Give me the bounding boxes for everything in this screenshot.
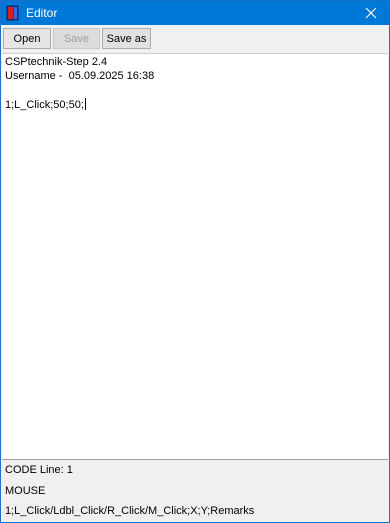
editor-window: Editor Open Save Save as CSPtechnik-Step… [0, 0, 390, 523]
save-as-button[interactable]: Save as [102, 28, 151, 49]
document-book-icon [6, 5, 20, 21]
code-editor[interactable]: CSPtechnik-Step 2.4 Username - 05.09.202… [2, 53, 388, 460]
editor-line-code-text: 1;L_Click;50;50; [5, 99, 84, 111]
save-button[interactable]: Save [53, 28, 100, 49]
window-title: Editor [26, 6, 58, 20]
close-icon [365, 7, 377, 19]
title-bar[interactable]: Editor [1, 1, 389, 25]
code-line-status: CODE Line: 1 [5, 464, 73, 476]
command-status: MOUSE [5, 485, 46, 497]
syntax-hint: 1;L_Click/Ldbl_Click/R_Click/M_Click;X;Y… [5, 505, 255, 517]
text-caret [84, 98, 86, 110]
editor-line-code: 1;L_Click;50;50; [5, 98, 86, 111]
editor-line-header: CSPtechnik-Step 2.4 [5, 56, 108, 68]
status-panel: CODE Line: 1 MOUSE 1;L_Click/Ldbl_Click/… [1, 461, 389, 522]
toolbar: Open Save Save as [1, 25, 389, 54]
editor-line-user: Username - 05.09.2025 16:38 [5, 70, 155, 82]
close-button[interactable] [353, 1, 389, 25]
open-button[interactable]: Open [3, 28, 51, 49]
